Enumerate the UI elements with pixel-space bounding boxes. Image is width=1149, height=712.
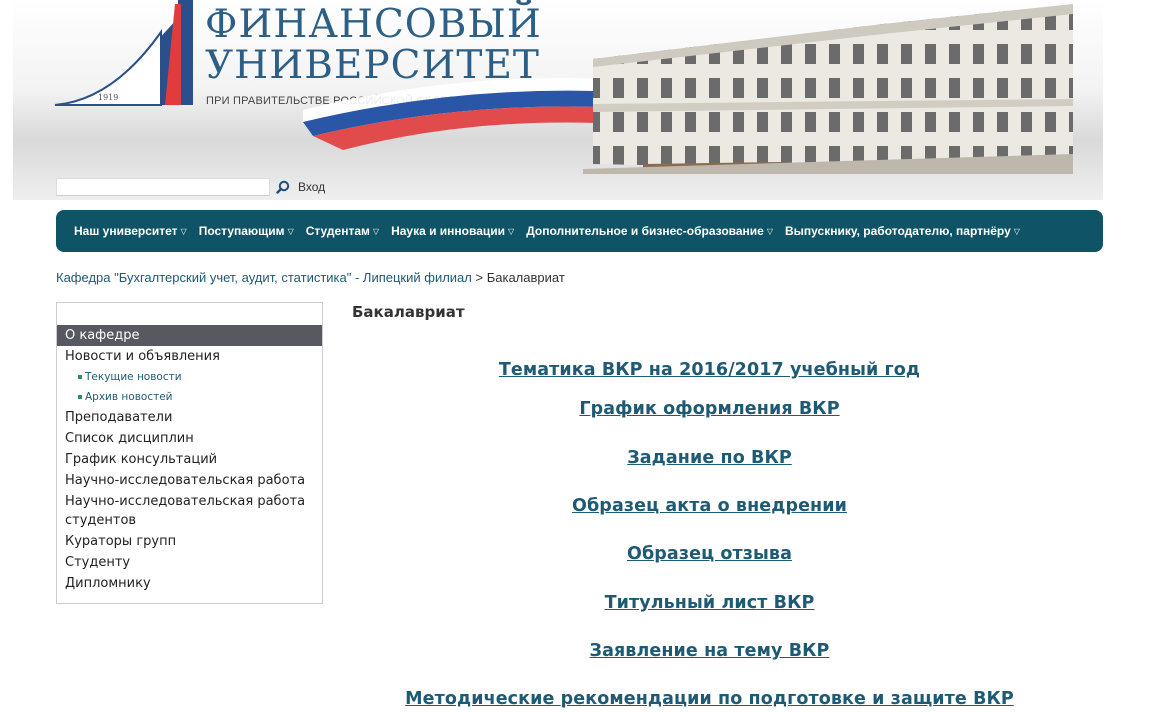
nav-item-applicants[interactable]: Поступающим ▽: [199, 224, 294, 238]
login-link[interactable]: Вход: [298, 180, 325, 194]
search-icon[interactable]: [276, 180, 290, 194]
nav-item-our-university[interactable]: Наш университет ▽: [74, 224, 187, 238]
sidebar-item-teachers[interactable]: Преподаватели: [57, 407, 322, 428]
breadcrumb-current: Бакалавриат: [486, 270, 565, 285]
main-nav: Наш университет ▽ Поступающим ▽ Студентам ▽…: [56, 210, 1103, 252]
sidebar-item-about[interactable]: О кафедре: [57, 325, 322, 346]
page-title: Бакалавриат: [352, 303, 465, 321]
sidebar-subitem-news-archive[interactable]: Архив новостей: [57, 387, 322, 407]
university-logo-icon: 1919: [54, 0, 193, 106]
breadcrumb-separator: >: [471, 270, 487, 285]
doc-link-implementation-act[interactable]: Образец акта о внедрении: [352, 496, 1067, 516]
chevron-down-icon: ▽: [508, 226, 515, 236]
doc-link-methodical-guidelines[interactable]: Методические рекомендации по подготовке …: [352, 689, 1067, 709]
sidebar-item-research[interactable]: Научно-исследовательская работа: [57, 470, 322, 491]
breadcrumb-parent-link[interactable]: Кафедра "Бухгалтерский учет, аудит, стат…: [56, 270, 472, 285]
doc-link-title-page[interactable]: Титульный лист ВКР: [352, 593, 1067, 613]
university-building-icon: [583, 4, 1073, 174]
doc-link-topic-application[interactable]: Заявление на тему ВКР: [352, 641, 1067, 661]
header-banner: 1919 ФИНАНСОВЫЙ УНИВЕРСИТЕТ ПРИ ПРАВИТЕЛ…: [13, 0, 1103, 200]
nav-item-students[interactable]: Студентам ▽: [306, 224, 379, 238]
doc-link-vkr-schedule[interactable]: График оформления ВКР: [352, 399, 1067, 419]
flag-swoosh-icon: [303, 78, 623, 150]
sidebar-menu: О кафедре Новости и объявления Текущие н…: [56, 302, 323, 604]
sidebar-item-for-graduates[interactable]: Дипломнику: [57, 573, 322, 594]
search-input[interactable]: [56, 178, 270, 196]
sidebar-item-student-research[interactable]: Научно-исследовательская работа студенто…: [57, 491, 322, 531]
doc-link-review-sample[interactable]: Образец отзыва: [352, 544, 1067, 564]
chevron-down-icon: ▽: [372, 226, 380, 236]
breadcrumb: Кафедра "Бухгалтерский учет, аудит, стат…: [56, 270, 565, 285]
sidebar-item-for-students[interactable]: Студенту: [57, 552, 322, 573]
sidebar-item-news[interactable]: Новости и объявления: [57, 346, 322, 367]
sidebar-subitem-current-news[interactable]: Текущие новости: [57, 367, 322, 387]
doc-link-vkr-assignment[interactable]: Задание по ВКР: [352, 448, 1067, 468]
sidebar-item-curators[interactable]: Кураторы групп: [57, 531, 322, 552]
chevron-down-icon: ▽: [766, 226, 774, 236]
sidebar-item-consultations[interactable]: График консультаций: [57, 449, 322, 470]
chevron-down-icon: ▽: [1013, 226, 1020, 236]
nav-item-science[interactable]: Наука и инновации ▽: [391, 224, 514, 238]
nav-item-additional-education[interactable]: Дополнительное и бизнес-образование ▽: [526, 224, 773, 238]
nav-item-graduates[interactable]: Выпускнику, работодателю, партнёру ▽: [785, 224, 1020, 238]
doc-link-vkr-topics[interactable]: Тематика ВКР на 2016/2017 учебный год: [352, 360, 1067, 380]
svg-text:1919: 1919: [98, 93, 118, 102]
chevron-down-icon: ▽: [180, 226, 187, 236]
chevron-down-icon: ▽: [287, 226, 294, 236]
sidebar-item-disciplines[interactable]: Список дисциплин: [57, 428, 322, 449]
